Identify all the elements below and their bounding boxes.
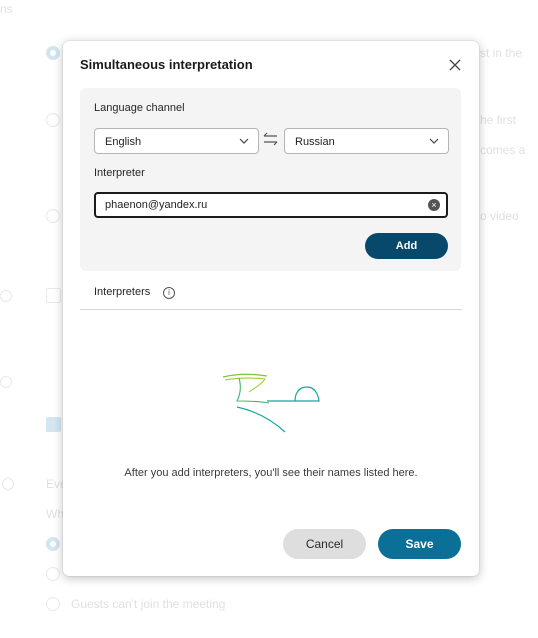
interpreter-email-input[interactable]: phaenon@yandex.ru × [94,192,448,218]
cancel-button[interactable]: Cancel [283,529,366,559]
empty-state-illustration [222,373,320,433]
close-icon[interactable] [447,57,463,73]
interpreter-label: Interpreter [94,167,145,179]
simultaneous-interpretation-dialog: Simultaneous interpretation Language cha… [63,41,479,576]
chevron-down-icon [429,138,439,144]
language-channel-label: Language channel [94,102,185,114]
source-language-select[interactable]: English [94,128,259,154]
interpreters-list-label: Interpreters [94,286,151,298]
dialog-title: Simultaneous interpretation [80,57,253,72]
divider [80,309,462,310]
add-button[interactable]: Add [365,233,448,259]
interpreter-email-value: phaenon@yandex.ru [105,199,208,211]
save-button[interactable]: Save [378,529,461,559]
chevron-down-icon [239,138,249,144]
swap-languages-icon[interactable] [262,132,279,146]
clear-input-icon[interactable]: × [428,199,440,211]
target-language-value: Russian [295,136,335,148]
add-interpreter-panel: Language channel English Russian Interpr… [80,88,461,271]
info-icon[interactable]: i [163,287,175,299]
source-language-value: English [105,136,142,148]
empty-state-message: After you add interpreters, you'll see t… [124,467,418,479]
target-language-select[interactable]: Russian [284,128,449,154]
